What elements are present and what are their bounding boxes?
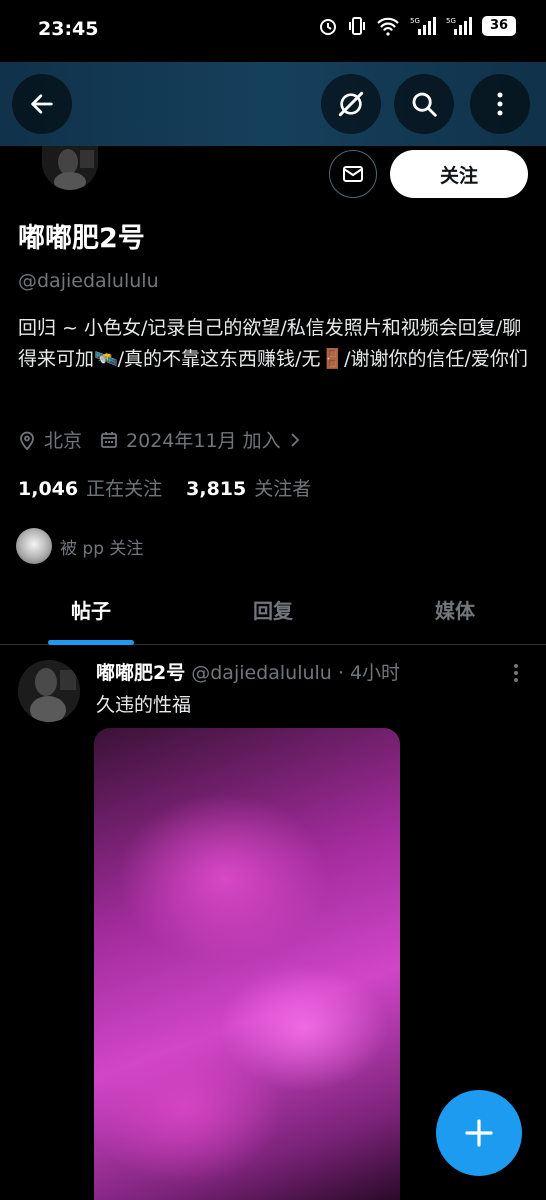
joined-item[interactable]: 2024年11月 加入	[100, 426, 301, 453]
svg-text:5G: 5G	[410, 17, 420, 25]
more-vertical-icon	[497, 92, 503, 116]
incognito-icon	[338, 91, 364, 117]
back-button[interactable]	[12, 74, 72, 134]
status-icons: 5G 5G 36	[318, 16, 516, 36]
followers-count: 3,815	[186, 478, 247, 500]
profile-stats: 1,046 正在关注 3,815 关注者	[18, 474, 311, 501]
profile-name: 嘟嘟肥2号	[18, 223, 145, 254]
search-icon	[412, 92, 437, 117]
vibrate-icon	[349, 17, 365, 35]
followed-by-text: 被 pp 关注	[60, 538, 144, 559]
location-text: 北京	[44, 430, 83, 452]
profile-handle: @dajiedalululu	[18, 270, 159, 292]
svg-text:5G: 5G	[446, 17, 456, 25]
status-bar: 23:45 5G 5G 36	[0, 0, 546, 62]
calendar-icon	[101, 431, 117, 448]
wifi-icon	[377, 17, 399, 36]
profile-bio: 回归 ~ 小色女/记录自己的欲望/私信发照片和视频会回复/聊得来可加🛰️/真的不…	[18, 317, 528, 370]
status-time: 23:45	[38, 18, 99, 40]
signal-icon-2: 5G	[446, 17, 472, 35]
mail-icon	[343, 166, 363, 182]
profile-tabs: 帖子 回复 媒体	[0, 580, 546, 645]
location-icon	[20, 431, 34, 450]
search-button[interactable]	[394, 74, 454, 134]
following-label: 正在关注	[86, 478, 163, 500]
battery-indicator: 36	[482, 16, 516, 36]
joined-text: 2024年11月 加入	[126, 430, 281, 452]
profile-meta: 北京 2024年11月 加入	[18, 426, 319, 453]
signal-icon: 5G	[410, 17, 436, 35]
followed-by[interactable]: 被 pp 关注	[16, 528, 143, 564]
chevron-right-icon	[290, 432, 299, 447]
message-button[interactable]	[329, 150, 377, 198]
location-item: 北京	[18, 426, 82, 453]
alarm-icon	[320, 19, 336, 35]
tab-media[interactable]: 媒体	[364, 580, 546, 644]
compose-button[interactable]	[436, 1090, 522, 1176]
post-author-handle: @dajiedalululu · 4小时	[191, 662, 401, 684]
tab-posts[interactable]: 帖子	[0, 580, 182, 645]
plus-icon	[465, 1119, 493, 1147]
post-media[interactable]	[94, 728, 400, 1200]
following-stat[interactable]: 1,046 正在关注	[18, 474, 162, 501]
following-count: 1,046	[18, 478, 79, 500]
incognito-button[interactable]	[321, 74, 381, 134]
post-header: 嘟嘟肥2号 @dajiedalululu · 4小时	[96, 658, 400, 685]
post-author-name[interactable]: 嘟嘟肥2号	[96, 658, 185, 685]
follow-button[interactable]: 关注	[390, 150, 528, 198]
follower-avatar	[16, 528, 52, 564]
followers-stat[interactable]: 3,815 关注者	[186, 474, 311, 501]
followers-label: 关注者	[254, 478, 312, 500]
more-options-button[interactable]	[470, 74, 530, 134]
profile-header-bar	[0, 62, 546, 146]
back-arrow-icon	[31, 94, 53, 114]
more-vertical-icon	[514, 664, 518, 682]
tab-replies[interactable]: 回复	[182, 580, 364, 644]
post-more-button[interactable]	[511, 662, 521, 688]
profile-avatar[interactable]	[42, 146, 98, 190]
post-author-avatar[interactable]	[18, 660, 80, 722]
post-text: 久违的性福	[96, 694, 192, 716]
